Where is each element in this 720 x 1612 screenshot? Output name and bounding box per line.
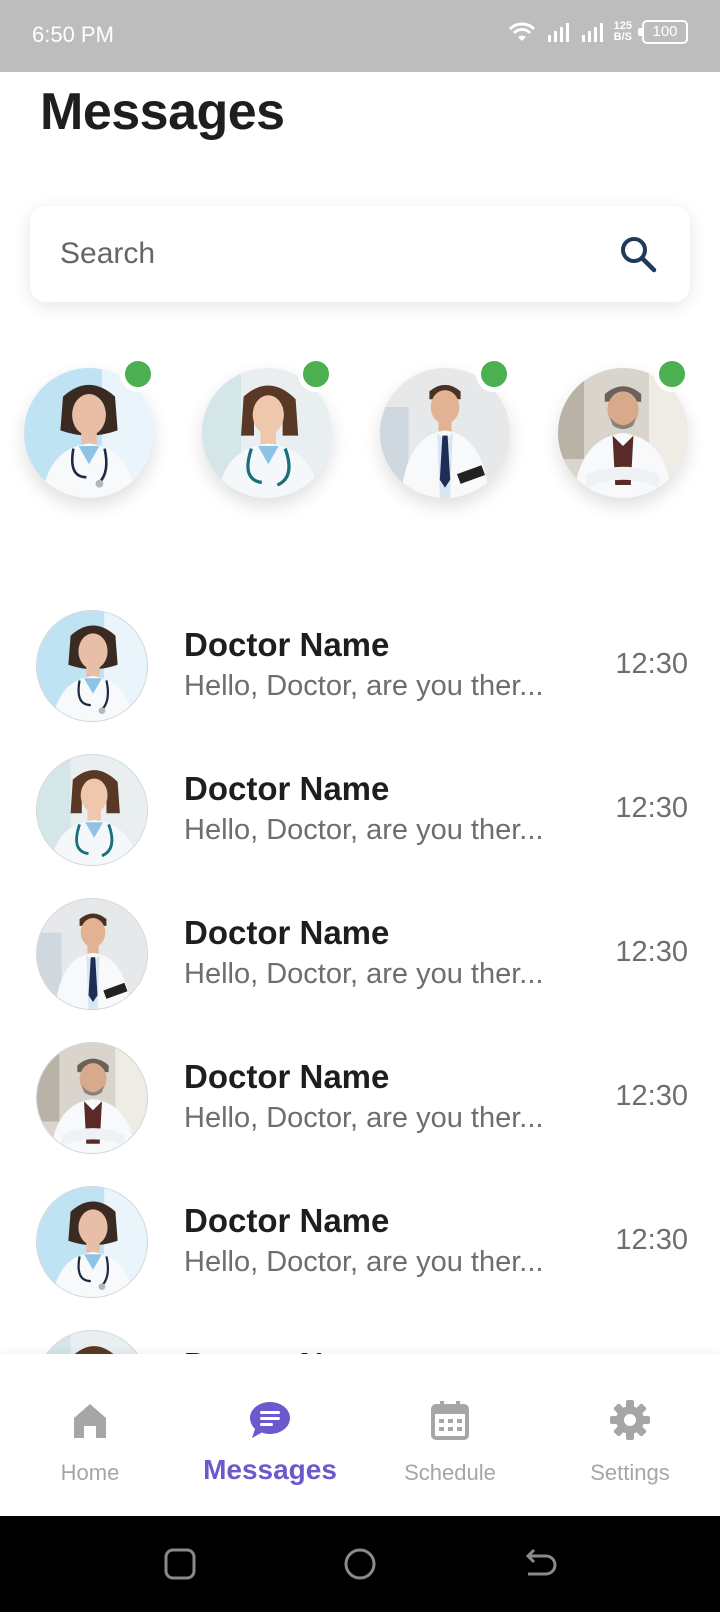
page-title: Messages xyxy=(40,83,285,141)
wifi-icon xyxy=(508,22,535,41)
online-status-dot xyxy=(654,356,690,392)
doctor-photo xyxy=(37,1043,148,1154)
nav-messages[interactable]: Messages xyxy=(180,1354,360,1516)
online-status-dot xyxy=(298,356,334,392)
message-list[interactable]: Doctor Name Hello, Doctor, are you ther.… xyxy=(0,598,720,1354)
online-status-dot xyxy=(476,356,512,392)
doctor-photo xyxy=(37,1187,148,1298)
status-time: 6:50 PM xyxy=(32,22,114,47)
message-sender-name: Doctor Name xyxy=(184,1058,390,1095)
home-button[interactable] xyxy=(340,1544,380,1584)
doctor-photo xyxy=(37,899,148,1010)
avatar xyxy=(36,754,148,866)
avatar xyxy=(36,1186,148,1298)
message-sender-name: Doctor Name xyxy=(184,1346,389,1354)
message-preview: Hello, Doctor, are you ther... xyxy=(184,958,544,990)
nav-home[interactable]: Home xyxy=(0,1354,180,1516)
doctor-photo xyxy=(37,611,148,722)
system-nav-bar xyxy=(0,1516,720,1612)
network-speed: 125 B/S xyxy=(614,21,632,43)
nav-home-label: Home xyxy=(60,1460,120,1485)
battery-level: 100 xyxy=(652,23,678,40)
avatar xyxy=(36,610,148,722)
message-row[interactable]: Doctor Name Hello, Doctor, are you ther.… xyxy=(0,598,720,742)
avatar xyxy=(36,1042,148,1154)
chat-bubble-icon xyxy=(250,1402,290,1438)
message-time: 12:30 xyxy=(615,1224,688,1256)
online-doctors-row xyxy=(0,350,720,510)
home-icon xyxy=(74,1404,106,1438)
message-row[interactable]: Doctor Name Hello, Doctor, are you ther.… xyxy=(0,1174,720,1318)
online-avatar[interactable] xyxy=(380,356,512,498)
message-preview: Hello, Doctor, are you ther... xyxy=(184,1246,544,1278)
message-sender-name: Doctor Name xyxy=(184,1202,390,1239)
message-row[interactable]: Doctor Name Hello, Doctor, are you ther.… xyxy=(0,1030,720,1174)
search-input[interactable] xyxy=(60,206,580,302)
message-sender-name: Doctor Name xyxy=(184,914,390,951)
online-status-dot xyxy=(120,356,156,392)
speed-unit: B/S xyxy=(613,31,632,43)
doctor-photo xyxy=(37,755,148,866)
message-row[interactable]: Doctor Name Hello, Doctor, are you ther.… xyxy=(0,742,720,886)
search-icon[interactable] xyxy=(618,234,658,274)
back-button[interactable] xyxy=(520,1544,560,1584)
online-avatar[interactable] xyxy=(558,356,690,498)
signal-icon xyxy=(547,23,569,42)
nav-settings-label: Settings xyxy=(590,1460,670,1485)
message-time: 12:30 xyxy=(615,1080,688,1112)
message-sender-name: Doctor Name xyxy=(184,770,390,807)
battery-icon: 100 xyxy=(638,20,688,44)
message-time: 12:30 xyxy=(615,648,688,680)
nav-messages-label: Messages xyxy=(203,1454,337,1485)
message-preview: Hello, Doctor, are you ther... xyxy=(184,670,544,702)
bottom-nav: Home Messages Schedule Settings xyxy=(0,1354,720,1516)
status-bar: 6:50 PM 125 B/S 100 xyxy=(0,0,720,72)
message-row[interactable]: Doctor Name Hello, Doctor, are you ther.… xyxy=(0,886,720,1030)
gear-icon xyxy=(610,1400,650,1440)
avatar xyxy=(36,898,148,1010)
search-bar[interactable] xyxy=(30,206,690,302)
online-avatar[interactable] xyxy=(202,356,334,498)
doctor-photo xyxy=(37,1331,148,1354)
message-preview: Hello, Doctor, are you ther... xyxy=(184,814,544,846)
message-time: 12:30 xyxy=(615,792,688,824)
nav-schedule-label: Schedule xyxy=(404,1460,496,1485)
signal-icon-2 xyxy=(581,23,603,42)
recents-button[interactable] xyxy=(160,1544,200,1584)
nav-settings[interactable]: Settings xyxy=(540,1354,720,1516)
message-sender-name: Doctor Name xyxy=(184,626,390,663)
system-icons: 125 B/S 100 xyxy=(508,20,688,44)
message-time: 12:30 xyxy=(615,936,688,968)
calendar-icon xyxy=(431,1401,469,1440)
nav-schedule[interactable]: Schedule xyxy=(360,1354,540,1516)
message-row[interactable]: Doctor Name xyxy=(0,1318,720,1354)
online-avatar[interactable] xyxy=(24,356,156,498)
message-preview: Hello, Doctor, are you ther... xyxy=(184,1102,544,1134)
avatar xyxy=(36,1330,148,1354)
